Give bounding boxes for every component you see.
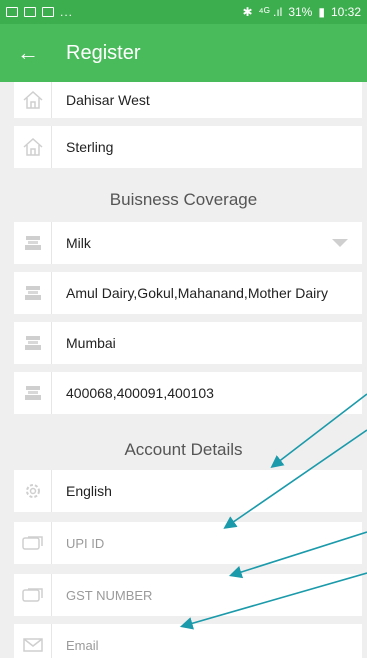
register-form: Dahisar West Sterling Buisness Coverage … [0,82,367,658]
brands-field[interactable]: Amul Dairy,Gokul,Mahanand,Mother Dairy [14,272,362,314]
app-bar: ← Register [0,24,367,82]
pincodes-field[interactable]: 400068,400091,400103 [14,372,362,414]
language-field[interactable]: English [14,470,362,512]
image-notification-icon [24,7,36,17]
clock: 10:32 [330,5,361,19]
building-name-value: Sterling [66,139,114,155]
brands-value: Amul Dairy,Gokul,Mahanand,Mother Dairy [66,285,328,301]
pincodes-value: 400068,400091,400103 [66,385,214,401]
shop-icon [14,272,52,314]
business-coverage-heading: Buisness Coverage [109,190,258,209]
shop-icon [14,372,52,414]
chevron-down-icon[interactable] [332,239,348,247]
battery-icon: ▮ [318,5,325,19]
page-title: Register [66,41,141,64]
card-icon [14,574,52,616]
status-bar: ... ✱ ⁴ᴳ .ıl 31% ▮ 10:32 [0,0,367,24]
city-field[interactable]: Mumbai [14,322,362,364]
business-category-dropdown[interactable]: Milk [14,222,362,264]
envelope-icon [14,624,52,658]
upi-id-placeholder: UPI ID [66,535,105,551]
address-line-field[interactable]: Dahisar West [14,82,362,118]
business-category-value: Milk [66,235,91,251]
gallery-notification-icon [6,7,18,17]
gst-number-placeholder: GST NUMBER [66,587,153,603]
email-field[interactable]: Email [14,624,362,658]
home-icon [14,126,52,168]
gear-icon [14,470,52,512]
battery-percent: 31% [288,5,313,19]
building-name-field[interactable]: Sterling [14,126,362,168]
card-icon [14,522,52,564]
email-placeholder: Email [66,637,99,653]
bluetooth-icon: ✱ [242,5,253,19]
arrow-left-icon: ← [17,40,39,65]
message-notification-icon [42,7,54,17]
address-line-value: Dahisar West [66,92,150,108]
city-value: Mumbai [66,335,116,351]
home-icon [14,82,52,118]
shop-icon [14,322,52,364]
language-value: English [66,483,112,499]
back-button[interactable]: ← [0,24,56,82]
upi-id-field[interactable]: UPI ID [14,522,362,564]
signal-icon: ⁴ᴳ .ıl [258,5,283,19]
more-notifications: ... [60,5,74,19]
account-details-heading: Account Details [124,440,243,459]
gst-number-field[interactable]: GST NUMBER [14,574,362,616]
shop-icon [14,222,52,264]
